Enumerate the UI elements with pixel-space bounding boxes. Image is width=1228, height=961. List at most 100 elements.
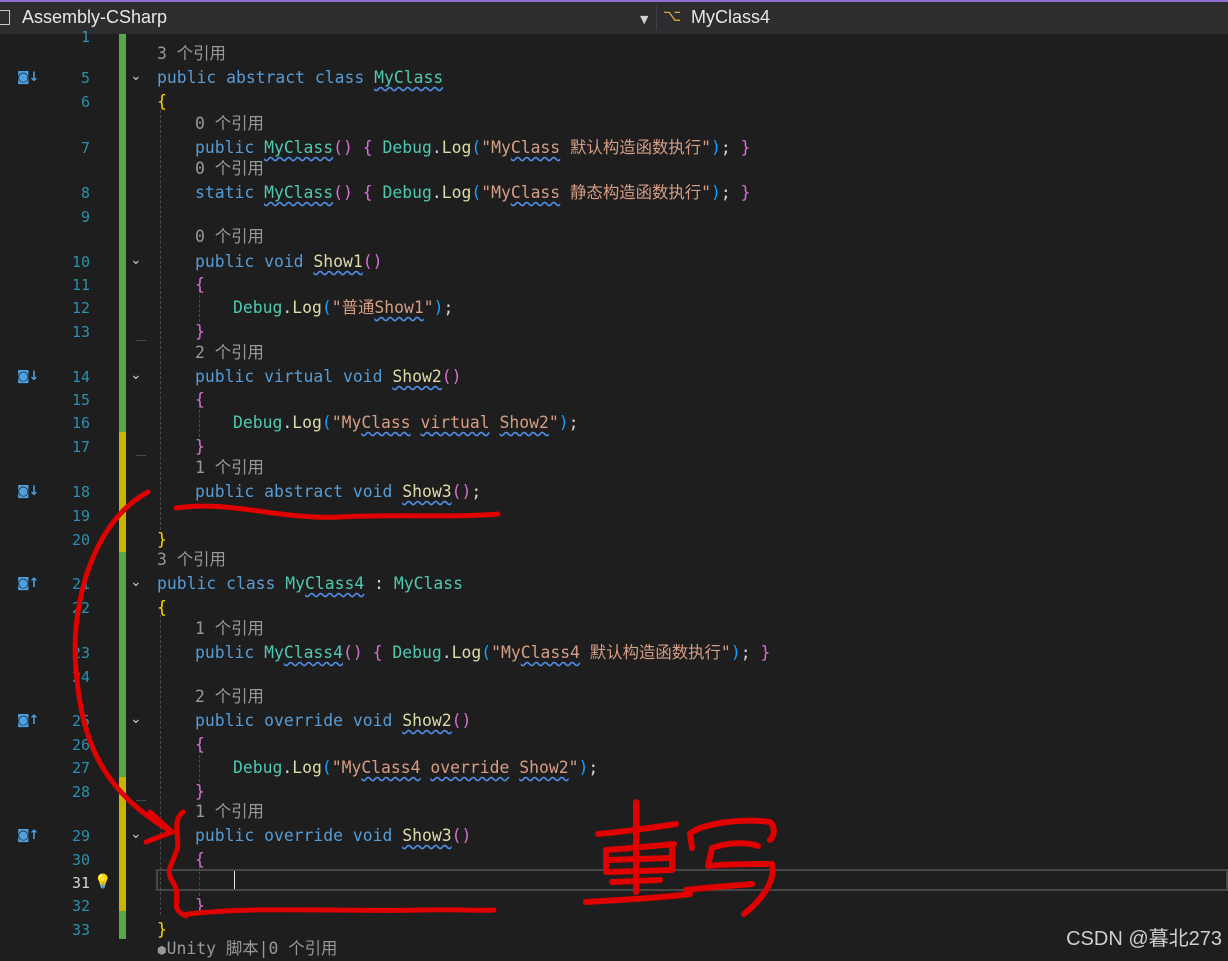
code-line[interactable]: 32} <box>0 894 1228 917</box>
codelens-row[interactable]: 0 个引用 <box>0 157 1228 180</box>
code-line[interactable]: 31 💡 <box>0 871 1228 894</box>
codelens-row[interactable]: 3 个引用 <box>0 548 1228 571</box>
code-line[interactable]: 10 ⌄ public void Show1() <box>0 250 1228 273</box>
implemented-by-icon[interactable]: ◙↓ <box>17 369 39 384</box>
codelens-reference-count[interactable]: 3 个引用 <box>157 550 226 570</box>
code-line[interactable]: 6{ <box>0 90 1228 113</box>
code-line[interactable]: 5 ◙↓ ⌄ public abstract class MyClass <box>0 66 1228 89</box>
line-number: 31 <box>71 874 90 892</box>
watermark: CSDN @暮北273 <box>1066 928 1222 950</box>
implemented-by-icon[interactable]: ◙↓ <box>17 484 39 499</box>
codelens-reference-count[interactable]: ⬢Unity 脚本|0 个引用 <box>157 939 337 961</box>
codelens-text: 1 个引用 <box>195 619 264 638</box>
code-line[interactable]: 17} <box>0 435 1228 458</box>
code-token: Show1 <box>313 252 363 271</box>
code-line[interactable]: 11 { <box>0 273 1228 296</box>
code-token: public <box>195 138 265 157</box>
code-token: ) <box>578 758 589 777</box>
code-text: static MyClass() { Debug.Log("MyClass 静态… <box>195 183 751 203</box>
code-token: ; <box>740 643 761 662</box>
line-number: 15 <box>71 391 90 409</box>
code-token: { <box>372 643 393 662</box>
code-token: public <box>195 482 265 501</box>
code-text: Debug.Log("MyClass4 override Show2"); <box>233 758 598 778</box>
code-line[interactable]: 26 { <box>0 733 1228 756</box>
code-line[interactable]: 19 <box>0 504 1228 527</box>
code-line[interactable]: 13} <box>0 320 1228 343</box>
code-token: public <box>195 826 265 845</box>
line-number: 18 <box>71 483 90 501</box>
code-token: ) <box>711 183 721 202</box>
code-token: Log <box>451 643 482 662</box>
codelens-reference-count[interactable]: 0 个引用 <box>195 114 264 134</box>
fold-chevron-icon[interactable]: ⌄ <box>130 574 142 590</box>
code-token: () <box>333 183 363 202</box>
code-token: ; <box>588 758 599 777</box>
codelens-row[interactable]: 1 个引用 <box>0 800 1228 823</box>
fold-chevron-icon[interactable]: ⌄ <box>130 711 142 727</box>
code-line[interactable]: 21 ◙↑ ⌄ public class MyClass4 : MyClass <box>0 572 1228 595</box>
code-token: "My <box>331 413 362 432</box>
code-line[interactable]: 25 ◙↑ ⌄ public override void Show2() <box>0 709 1228 732</box>
code-line[interactable]: 30 { <box>0 848 1228 871</box>
codelens-text: 1 个引用 <box>195 802 264 821</box>
code-line[interactable]: 8 static MyClass() { Debug.Log("MyClass 静… <box>0 181 1228 204</box>
code-editor[interactable]: 13 个引用 5 ◙↓ ⌄ public abstract class MyClass 6… <box>0 0 1228 958</box>
fold-chevron-icon[interactable]: ⌄ <box>130 367 142 383</box>
code-token: Show3 <box>402 482 452 501</box>
overrides-icon[interactable]: ◙↑ <box>17 828 39 843</box>
overrides-icon[interactable]: ◙↑ <box>17 713 39 728</box>
codelens-reference-count[interactable]: 0 个引用 <box>195 159 264 179</box>
code-token: } <box>760 643 771 662</box>
code-token: Show2 <box>392 367 442 386</box>
fold-chevron-icon[interactable]: ⌄ <box>130 252 142 268</box>
line-number: 10 <box>71 253 90 271</box>
lightbulb-icon[interactable]: 💡 <box>94 874 111 890</box>
code-line[interactable]: 27 Debug.Log("MyClass4 override Show2"); <box>0 756 1228 779</box>
line-number: 28 <box>71 783 90 801</box>
code-token: public <box>157 68 227 87</box>
code-token: () <box>451 826 472 845</box>
codelens-row[interactable]: 0 个引用 <box>0 225 1228 248</box>
code-text: { <box>195 850 205 870</box>
codelens-reference-count[interactable]: 1 个引用 <box>195 802 264 822</box>
implemented-by-icon[interactable]: ◙↓ <box>17 70 39 85</box>
code-token: Log <box>441 183 472 202</box>
code-token: ( <box>471 138 482 157</box>
overrides-icon[interactable]: ◙↑ <box>17 576 39 591</box>
code-token: ; <box>443 298 454 317</box>
code-token: { <box>195 275 205 294</box>
code-line[interactable]: 14 ◙↓ ⌄ public virtual void Show2() <box>0 365 1228 388</box>
codelens-row[interactable]: 1 个引用 <box>0 617 1228 640</box>
codelens-reference-count[interactable]: 3 个引用 <box>157 44 226 64</box>
codelens-row[interactable]: 2 个引用 <box>0 685 1228 708</box>
line-number: 20 <box>71 531 90 549</box>
fold-chevron-icon[interactable]: ⌄ <box>130 826 142 842</box>
code-token: public <box>195 643 265 662</box>
codelens-reference-count[interactable]: 1 个引用 <box>195 619 264 639</box>
codelens-row[interactable]: 2 个引用 <box>0 341 1228 364</box>
codelens-reference-count[interactable]: 1 个引用 <box>195 458 264 478</box>
code-line[interactable]: 18 ◙↓ public abstract void Show3(); <box>0 480 1228 503</box>
code-token: ; <box>720 183 741 202</box>
code-token: ) <box>730 643 741 662</box>
code-token: () <box>451 711 472 730</box>
code-token: 静态构造函数执行" <box>560 183 712 202</box>
code-line[interactable]: 23 public MyClass4() { Debug.Log("MyClass… <box>0 641 1228 664</box>
code-line[interactable]: 15 { <box>0 388 1228 411</box>
codelens-reference-count[interactable]: 0 个引用 <box>195 227 264 247</box>
code-line[interactable]: 29 ◙↑ ⌄ public override void Show3() <box>0 824 1228 847</box>
codelens-reference-count[interactable]: 2 个引用 <box>195 343 264 363</box>
code-line[interactable]: 22 { <box>0 596 1228 619</box>
code-line[interactable]: 16 Debug.Log("MyClass virtual Show2"); <box>0 411 1228 434</box>
codelens-row[interactable]: 1 个引用 <box>0 456 1228 479</box>
codelens-row[interactable]: 3 个引用 <box>0 42 1228 65</box>
code-line[interactable]: 7 public MyClass() { Debug.Log("MyClass 默… <box>0 136 1228 159</box>
codelens-row[interactable]: 0 个引用 <box>0 112 1228 135</box>
line-number: 16 <box>71 414 90 432</box>
code-line[interactable]: 12 Debug.Log("普通Show1"); <box>0 296 1228 319</box>
codelens-reference-count[interactable]: 2 个引用 <box>195 687 264 707</box>
fold-chevron-icon[interactable]: ⌄ <box>130 68 142 84</box>
